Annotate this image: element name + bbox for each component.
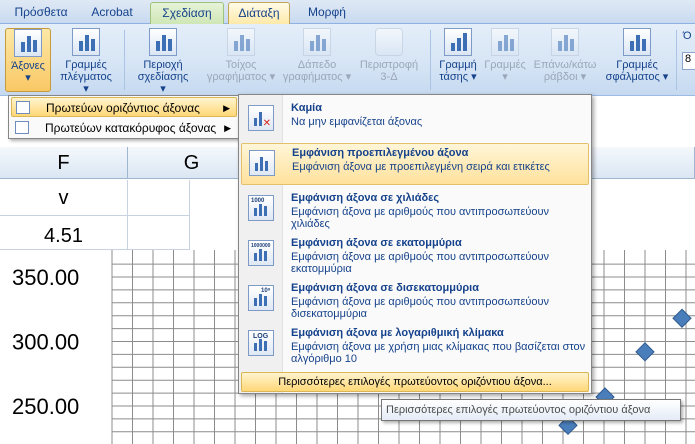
updown-bars-label-1: Επάνω/κάτω bbox=[533, 59, 597, 71]
submenu-item-millions[interactable]: 1000000 Εμφάνιση άξονα σε εκατομμύρια Εμ… bbox=[241, 234, 589, 276]
tab-acrobat[interactable]: Acrobat bbox=[82, 2, 142, 24]
chart-floor-label-2: γραφήματος bbox=[282, 71, 343, 83]
ribbon-separator bbox=[124, 30, 125, 90]
submenu-item-desc: Εμφάνιση άξονα με προεπιλεγμένη σειρά κα… bbox=[292, 161, 550, 173]
chart-floor-label-1: Δάπεδο bbox=[297, 59, 337, 71]
submenu-item-desc: Να μην εμφανίζεται άξονας bbox=[291, 116, 423, 128]
plot-area-icon bbox=[149, 28, 177, 56]
horizontal-axis-submenu: ✕ Καμία Να μην εμφανίζεται άξονας Εμφάνι… bbox=[238, 94, 592, 394]
horizontal-axis-icon bbox=[16, 101, 30, 114]
updown-bars-label-2: ράβδοι bbox=[543, 71, 578, 83]
chart-y-ticks: 350.00 300.00 250.00 bbox=[12, 265, 79, 419]
submenu-item-title: Εμφάνιση προεπιλεγμένου άξονα bbox=[292, 147, 469, 159]
chart-wall-button[interactable]: Τοίχος γραφήματος ▾ bbox=[206, 28, 276, 92]
millions-axis-icon: 1000000 bbox=[248, 240, 274, 266]
submenu-item-title: Εμφάνιση άξονα με λογαριθμική κλίμακα bbox=[291, 327, 504, 339]
submenu-item-desc: Εμφάνιση άξονα με αριθμούς που αντιπροσω… bbox=[291, 206, 550, 230]
ribbon-separator bbox=[676, 30, 677, 90]
billions-axis-icon: 10⁹ bbox=[248, 285, 274, 311]
lines-button[interactable]: Γραμμές ▾ bbox=[482, 28, 528, 92]
submenu-item-log-scale[interactable]: LOG Εμφάνιση άξονα με λογαριθμική κλίμακ… bbox=[241, 324, 589, 368]
chart-wall-label-2: γραφήματος bbox=[206, 71, 267, 83]
gridlines-button[interactable]: Γραμμές πλέγματος ▾ bbox=[56, 28, 116, 95]
log-axis-icon: LOG bbox=[248, 330, 274, 356]
plot-area-label-1: Περιοχή bbox=[143, 59, 183, 71]
error-bars-label-1: Γραμμές bbox=[616, 59, 658, 71]
3d-rotation-label-2: 3-Δ bbox=[380, 71, 398, 83]
submenu-item-title: Εμφάνιση άξονα σε χιλιάδες bbox=[291, 192, 440, 204]
right-panel-label: Ό bbox=[683, 30, 692, 42]
gridlines-label-1: Γραμμές bbox=[65, 59, 107, 71]
3d-rotation-label-1: Περιστροφή bbox=[359, 59, 419, 71]
submenu-item-thousands[interactable]: 1000 Εμφάνιση άξονα σε χιλιάδες Εμφάνιση… bbox=[241, 189, 589, 231]
gridlines-label-2: πλέγματος bbox=[60, 71, 112, 83]
chart-floor-icon bbox=[303, 28, 331, 56]
error-bars-button[interactable]: Γραμμές σφάλματος ▾ bbox=[604, 28, 670, 92]
ribbon-separator bbox=[430, 30, 431, 90]
data-point-marker bbox=[635, 342, 655, 362]
trendline-icon bbox=[444, 28, 472, 56]
tooltip: Περισσότερες επιλογές πρωτεύοντος οριζόν… bbox=[381, 399, 681, 421]
ribbon-layout-panel: Άξονες ▾ Γραμμές πλέγματος ▾ Περιοχή σχεδία… bbox=[0, 24, 695, 96]
cell-f-value[interactable]: 4.51 bbox=[0, 216, 128, 250]
submenu-item-title: Εμφάνιση άξονα σε δισεκατομμύρια bbox=[291, 282, 479, 294]
updown-bars-icon bbox=[551, 28, 579, 56]
plot-area-label-2: σχεδίασης bbox=[137, 71, 189, 83]
default-axis-icon bbox=[249, 150, 275, 176]
axes-button[interactable]: Άξονες ▾ bbox=[5, 28, 51, 92]
menu-item-primary-vertical-axis[interactable]: Πρωτεύων κατακόρυφος άξονας ▶ bbox=[11, 118, 237, 138]
column-header-f[interactable]: F bbox=[0, 147, 128, 179]
y-tick-label: 250.00 bbox=[12, 394, 79, 419]
menu-item-label: Πρωτεύων οριζόντιος άξονας bbox=[46, 101, 200, 115]
no-axis-icon: ✕ bbox=[248, 105, 274, 131]
right-panel-input[interactable]: 8 bbox=[682, 52, 695, 70]
tab-layout[interactable]: Διάταξη bbox=[228, 2, 290, 24]
tab-format[interactable]: Μορφή bbox=[296, 2, 358, 24]
submenu-item-desc: Εμφάνιση άξονα με αριθμούς που αντιπροσω… bbox=[291, 251, 550, 275]
3d-rotation-button[interactable]: Περιστροφή 3-Δ bbox=[356, 28, 422, 92]
submenu-item-title: Εμφάνιση άξονα σε εκατομμύρια bbox=[291, 237, 462, 249]
tab-addins[interactable]: Πρόσθετα bbox=[6, 2, 76, 24]
y-tick-label: 300.00 bbox=[12, 330, 79, 355]
submenu-item-desc: Εμφάνιση άξονα με χρήση μιας κλίμακας πο… bbox=[291, 341, 586, 365]
column-header-g[interactable]: G bbox=[128, 147, 256, 179]
lines-label: Γραμμές bbox=[484, 59, 526, 71]
lines-icon bbox=[491, 28, 519, 56]
submenu-item-default-axis[interactable]: Εμφάνιση προεπιλεγμένου άξονα Εμφάνιση ά… bbox=[241, 143, 589, 185]
more-axis-options-button[interactable]: Περισσότερες επιλογές πρωτεύοντος οριζόν… bbox=[241, 372, 589, 392]
cell-g-header[interactable] bbox=[128, 180, 190, 216]
plot-area-button[interactable]: Περιοχή σχεδίασης ▾ bbox=[134, 28, 192, 95]
trendline-label-2: τάσης bbox=[439, 71, 469, 83]
axes-dropdown-menu: Πρωτεύων οριζόντιος άξονας ▶ Πρωτεύων κα… bbox=[8, 95, 240, 139]
menu-item-label: Πρωτεύων κατακόρυφος άξονας bbox=[45, 121, 217, 135]
submenu-item-desc: Εμφάνιση άξονα με αριθμούς που αντιπροσω… bbox=[291, 296, 550, 320]
submenu-item-title: Καμία bbox=[291, 102, 323, 114]
submenu-arrow-icon: ▶ bbox=[224, 123, 231, 133]
error-bars-label-2: σφάλματος bbox=[605, 71, 660, 83]
error-bars-icon bbox=[623, 28, 651, 56]
submenu-arrow-icon: ▶ bbox=[223, 103, 230, 113]
submenu-item-billions[interactable]: 10⁹ Εμφάνιση άξονα σε δισεκατομμύρια Εμφ… bbox=[241, 279, 589, 321]
chart-wall-label-1: Τοίχος bbox=[225, 59, 257, 71]
menu-item-primary-horizontal-axis[interactable]: Πρωτεύων οριζόντιος άξονας ▶ bbox=[11, 97, 237, 117]
3d-rotation-icon bbox=[375, 28, 403, 56]
tab-design[interactable]: Σχεδίαση bbox=[150, 2, 224, 24]
submenu-item-none[interactable]: ✕ Καμία Να μην εμφανίζεται άξονας bbox=[241, 99, 589, 139]
chart-floor-button[interactable]: Δάπεδο γραφήματος ▾ bbox=[282, 28, 352, 92]
vertical-axis-icon bbox=[15, 121, 29, 134]
chart-wall-icon bbox=[227, 28, 255, 56]
trendline-label-1: Γραμμή bbox=[439, 59, 477, 71]
axes-label: Άξονες bbox=[11, 60, 45, 72]
y-tick-label: 350.00 bbox=[12, 265, 79, 290]
cell-f-header[interactable]: v bbox=[0, 180, 128, 216]
thousands-axis-icon: 1000 bbox=[248, 195, 274, 221]
axes-icon bbox=[14, 29, 42, 57]
gridlines-icon bbox=[72, 28, 100, 56]
updown-bars-button[interactable]: Επάνω/κάτω ράβδοι ▾ bbox=[530, 28, 600, 92]
ribbon-tab-bar: Πρόσθετα Acrobat Σχεδίαση Διάταξη Μορφή bbox=[0, 0, 695, 24]
trendline-button[interactable]: Γραμμή τάσης ▾ bbox=[436, 28, 480, 92]
data-point-marker bbox=[672, 308, 692, 328]
cell-g-value[interactable] bbox=[128, 216, 190, 250]
